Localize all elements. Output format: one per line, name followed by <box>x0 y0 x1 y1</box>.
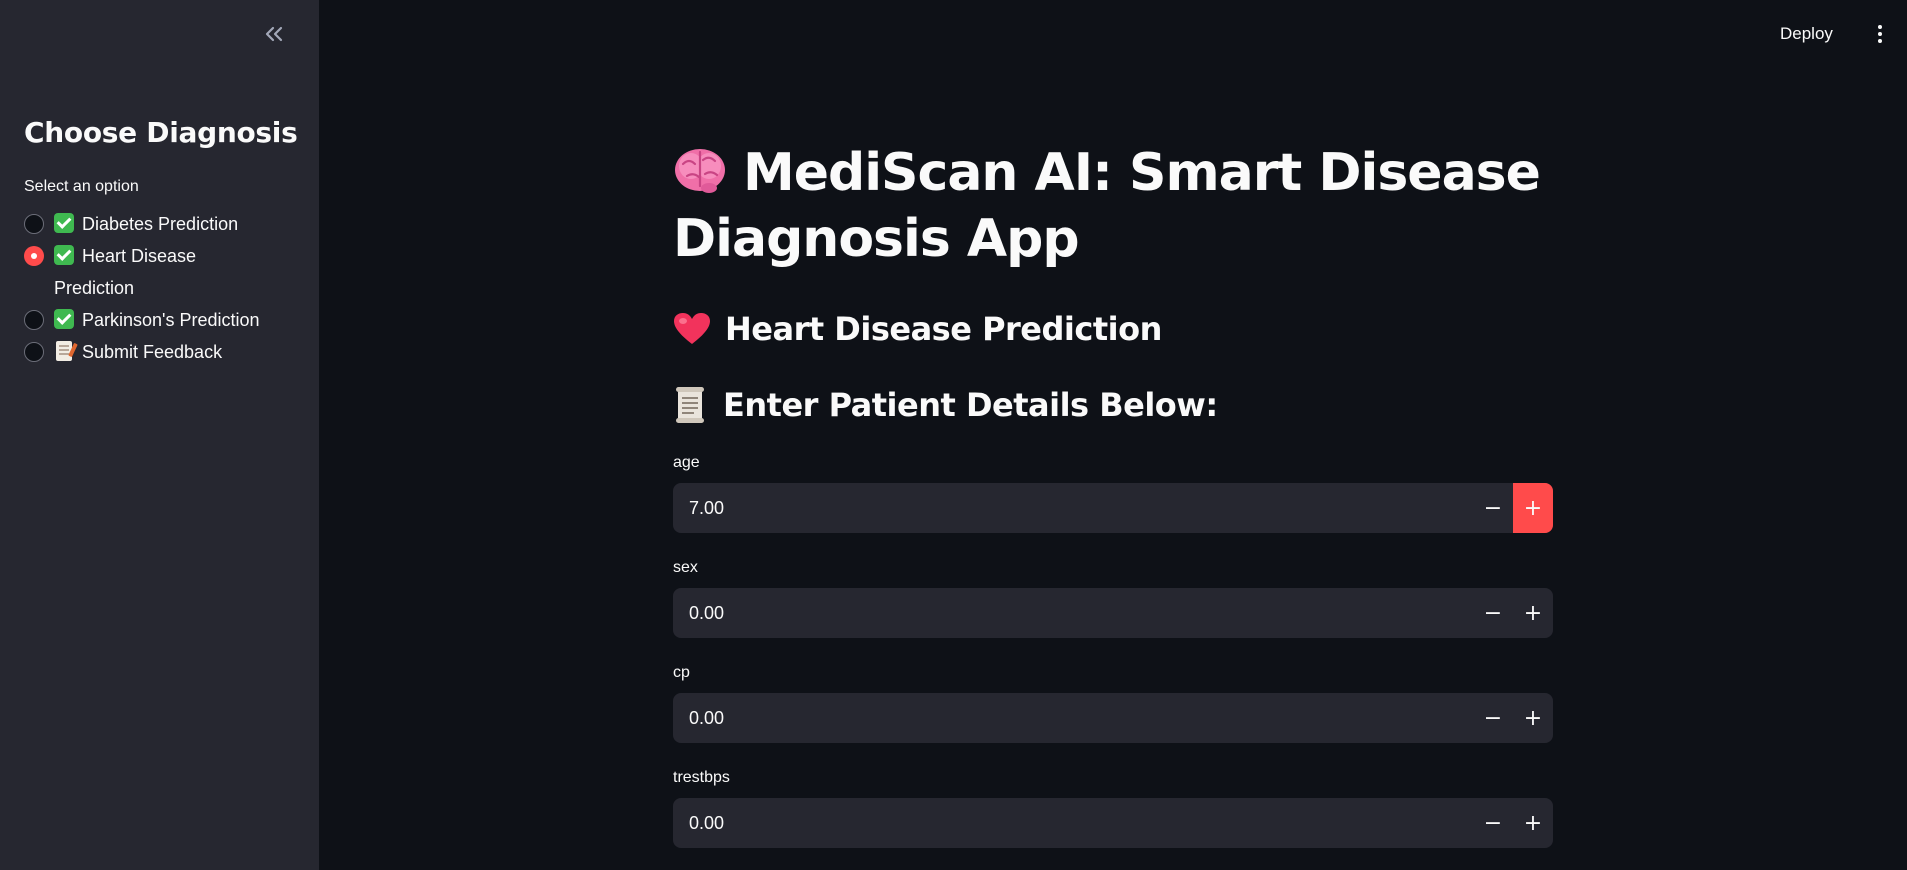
radio-option-parkinsons[interactable]: Parkinson's Prediction <box>24 304 294 336</box>
collapse-sidebar-button[interactable] <box>258 18 290 50</box>
vertical-dots-icon <box>1878 25 1882 29</box>
cp-input[interactable] <box>673 693 1473 743</box>
decrement-button[interactable]: − <box>1473 798 1513 848</box>
check-mark-icon <box>54 245 74 265</box>
scroll-icon <box>676 387 704 423</box>
cp-label: cp <box>673 664 690 681</box>
age-input[interactable] <box>673 483 1473 533</box>
brain-icon <box>675 149 725 193</box>
page-title: MediScan AI: Smart Disease Diagnosis App <box>673 140 1553 272</box>
check-mark-icon <box>54 213 74 233</box>
increment-button[interactable]: + <box>1513 483 1553 533</box>
page-title-text: MediScan AI: Smart Disease Diagnosis App <box>673 143 1541 269</box>
decrement-button[interactable]: − <box>1473 693 1513 743</box>
sex-label: sex <box>673 559 698 576</box>
radio-button[interactable] <box>24 342 44 362</box>
age-number-input: − + <box>673 483 1553 533</box>
radio-option-heart-disease[interactable]: Heart Disease Prediction <box>24 240 294 304</box>
details-header: Enter Patient Details Below: <box>673 386 1218 424</box>
sidebar: Choose Diagnosis Select an option Diabet… <box>0 0 319 870</box>
radio-option-label: Submit Feedback <box>82 342 223 362</box>
trestbps-input[interactable] <box>673 798 1473 848</box>
double-chevron-left-icon <box>265 26 283 42</box>
trestbps-label: trestbps <box>673 769 730 786</box>
increment-button[interactable]: + <box>1513 588 1553 638</box>
radio-option-feedback[interactable]: Submit Feedback <box>24 336 294 368</box>
radio-option-diabetes[interactable]: Diabetes Prediction <box>24 208 294 240</box>
radio-button-selected[interactable] <box>24 246 44 266</box>
increment-button[interactable]: + <box>1513 798 1553 848</box>
trestbps-number-input: − + <box>673 798 1553 848</box>
decrement-button[interactable]: − <box>1473 483 1513 533</box>
deploy-button[interactable]: Deploy <box>1780 24 1833 44</box>
radio-option-label: Heart Disease Prediction <box>54 246 197 298</box>
radio-button[interactable] <box>24 214 44 234</box>
memo-icon <box>56 341 72 361</box>
diagnosis-radio-group: Diabetes Prediction Heart Disease Predic… <box>24 208 294 368</box>
main-menu-button[interactable] <box>1868 22 1892 46</box>
radio-button[interactable] <box>24 310 44 330</box>
cp-number-input: − + <box>673 693 1553 743</box>
age-label: age <box>673 454 700 471</box>
sidebar-title: Choose Diagnosis <box>24 116 298 149</box>
decrement-button[interactable]: − <box>1473 588 1513 638</box>
section-subheader: Heart Disease Prediction <box>673 310 1162 348</box>
increment-button[interactable]: + <box>1513 693 1553 743</box>
section-subheader-text: Heart Disease Prediction <box>725 310 1162 348</box>
details-header-text: Enter Patient Details Below: <box>723 386 1218 424</box>
sex-number-input: − + <box>673 588 1553 638</box>
sex-input[interactable] <box>673 588 1473 638</box>
radio-option-label: Parkinson's Prediction <box>82 310 260 330</box>
check-mark-icon <box>54 309 74 329</box>
radio-option-label: Diabetes Prediction <box>82 214 239 234</box>
heart-icon <box>674 313 710 344</box>
radio-group-caption: Select an option <box>24 178 139 195</box>
